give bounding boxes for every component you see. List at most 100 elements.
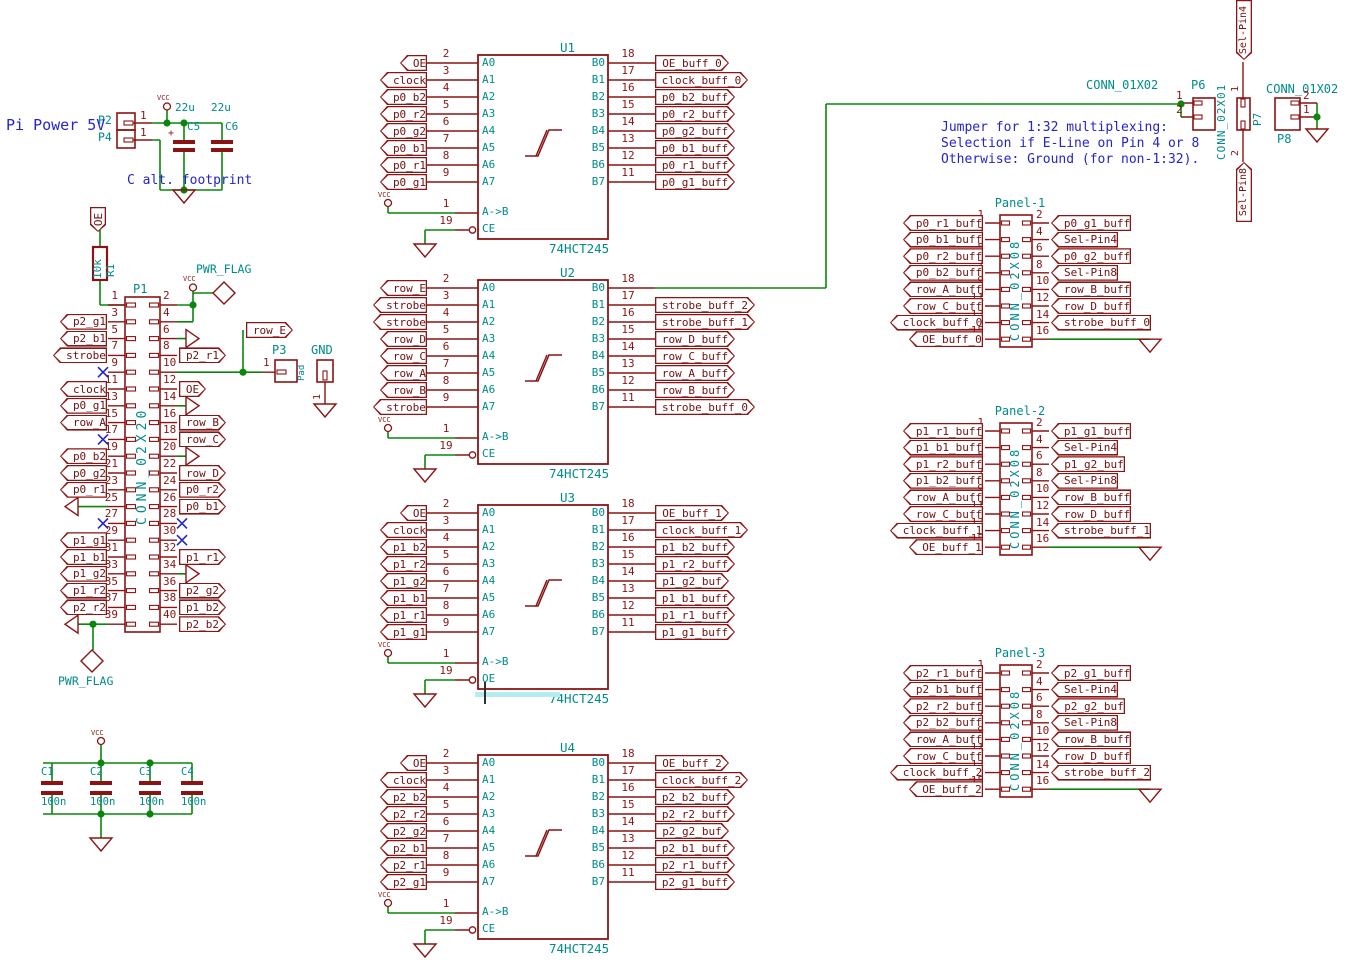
net-label[interactable]: p1_b2_buff <box>655 539 735 555</box>
net-label[interactable]: row_B_buff <box>1051 731 1131 747</box>
net-label[interactable]: p1_b2 <box>380 539 427 555</box>
capacitor-plate[interactable] <box>181 791 203 795</box>
net-label[interactable]: p1_r1_buff <box>655 607 735 623</box>
net-label[interactable]: Sel-Pin8 <box>1051 265 1118 281</box>
net-label[interactable]: p1_r2 <box>380 556 427 572</box>
net-label[interactable]: p0_r1_buff <box>655 157 735 173</box>
net-label[interactable]: clock <box>380 772 427 788</box>
net-label[interactable]: clock <box>380 522 427 538</box>
net-label[interactable]: p1_g1_buff <box>655 624 735 640</box>
net-label[interactable]: p2_r1 <box>380 857 427 873</box>
pwr-flag-symbol[interactable] <box>81 650 103 672</box>
net-label[interactable]: clock_buff_1 <box>655 522 748 538</box>
pwr-flag-symbol[interactable] <box>213 282 235 304</box>
net-label[interactable]: strobe_buff_1 <box>1051 523 1151 539</box>
net-label[interactable]: p1_g2_buf <box>655 573 729 589</box>
net-label[interactable]: OE_buff_2 <box>909 781 983 797</box>
net-label[interactable]: strobe_buff_2 <box>1051 765 1151 781</box>
net-label[interactable]: p2_b2 <box>179 616 226 632</box>
net-label[interactable]: row_C_buff <box>655 348 735 364</box>
gnd-symbol[interactable] <box>90 838 112 851</box>
gnd-symbol[interactable] <box>1306 129 1328 142</box>
vcc-symbol[interactable] <box>385 650 392 657</box>
net-label[interactable]: Sel-Pin4 <box>1051 232 1118 248</box>
net-label[interactable]: p2_g1 <box>380 874 427 890</box>
capacitor-plate[interactable] <box>139 791 161 795</box>
net-label[interactable]: p2_b1 <box>380 840 427 856</box>
net-label[interactable]: p1_g2 <box>380 573 427 589</box>
vcc-symbol[interactable] <box>385 200 392 207</box>
capacitor-plate[interactable] <box>90 791 112 795</box>
net-label[interactable]: row_B_buff <box>1051 281 1131 297</box>
net-label[interactable]: p0_g1_buff <box>655 174 735 190</box>
net-label-vertical[interactable]: Sel-Pin4 <box>1236 0 1252 60</box>
net-label[interactable]: row_B_buff <box>1051 489 1131 505</box>
net-label[interactable]: p0_b1_buff <box>655 140 735 156</box>
net-label[interactable]: row_D <box>380 331 427 347</box>
gnd-symbol[interactable] <box>1139 789 1161 802</box>
net-label[interactable]: strobe_buff_0 <box>1051 315 1151 331</box>
net-label[interactable]: OE_buff_1 <box>655 505 729 521</box>
net-label[interactable]: row_B_buff <box>655 382 735 398</box>
net-label[interactable]: p0_r1 <box>380 157 427 173</box>
net-label[interactable]: row_C <box>380 348 427 364</box>
net-label[interactable]: strobe_buff_1 <box>655 314 755 330</box>
gnd-symbol[interactable] <box>65 615 78 633</box>
gnd-symbol[interactable] <box>1139 339 1161 352</box>
net-label[interactable]: p0_g2_buff <box>1051 248 1131 264</box>
net-label[interactable]: p1_b1 <box>380 590 427 606</box>
net-label[interactable]: strobe_buff_2 <box>655 297 755 313</box>
net-label[interactable]: p2_g2_buf <box>1051 698 1125 714</box>
net-label[interactable]: p2_b2 <box>380 789 427 805</box>
vcc-symbol[interactable] <box>164 103 171 110</box>
net-label[interactable]: Sel-Pin8 <box>1051 473 1118 489</box>
capacitor-plate[interactable] <box>173 140 195 144</box>
net-label[interactable]: OE_buff_1 <box>909 539 983 555</box>
net-label[interactable]: Sel-Pin4 <box>1051 440 1118 456</box>
net-label[interactable]: OE <box>400 505 427 521</box>
net-label[interactable]: p0_b2 <box>380 89 427 105</box>
vcc-symbol[interactable] <box>98 738 105 745</box>
net-label[interactable]: strobe <box>373 399 427 415</box>
net-label[interactable]: row_B <box>380 382 427 398</box>
net-label[interactable]: p2_g1_buff <box>1051 665 1131 681</box>
net-label[interactable]: OE <box>400 755 427 771</box>
component-body[interactable] <box>1275 98 1300 130</box>
capacitor-plate[interactable] <box>41 791 63 795</box>
net-label-vertical[interactable]: OE <box>90 207 106 232</box>
net-label[interactable]: clock <box>380 72 427 88</box>
net-label[interactable]: p0_g2 <box>380 123 427 139</box>
net-label[interactable]: p0_g1 <box>380 174 427 190</box>
net-label-vertical[interactable]: Sel-Pin8 <box>1236 162 1252 222</box>
component-body[interactable] <box>1237 98 1250 130</box>
capacitor-plate[interactable] <box>139 781 161 785</box>
net-label[interactable]: row_E <box>246 322 293 338</box>
gnd-symbol[interactable] <box>314 404 336 417</box>
net-label[interactable]: p2_g2_buf <box>655 823 729 839</box>
capacitor-plate[interactable] <box>181 781 203 785</box>
net-label[interactable]: OE_buff_0 <box>655 55 729 71</box>
net-label[interactable]: row_D_buff <box>655 331 735 347</box>
net-label[interactable]: p1_g1_buff <box>1051 423 1131 439</box>
net-label[interactable]: row_A_buff <box>655 365 735 381</box>
net-label[interactable]: p0_b1 <box>380 140 427 156</box>
component-body[interactable] <box>117 130 135 148</box>
vcc-symbol[interactable] <box>385 900 392 907</box>
net-label[interactable]: p0_r2 <box>380 106 427 122</box>
net-label[interactable]: row_D_buff <box>1051 298 1131 314</box>
net-label[interactable]: strobe_buff_0 <box>655 399 755 415</box>
net-label[interactable]: p1_r2_buff <box>655 556 735 572</box>
net-label[interactable]: row_D_buff <box>1051 506 1131 522</box>
vcc-symbol[interactable] <box>385 425 392 432</box>
net-label[interactable]: p2_g2 <box>380 823 427 839</box>
net-label[interactable]: p0_b2_buff <box>655 89 735 105</box>
net-label[interactable]: row_E <box>380 280 427 296</box>
capacitor-plate[interactable] <box>211 148 233 152</box>
net-label[interactable]: p1_g1 <box>380 624 427 640</box>
net-label[interactable]: clock_buff_0 <box>655 72 748 88</box>
gnd-symbol[interactable] <box>414 469 436 482</box>
capacitor-plate[interactable] <box>90 781 112 785</box>
net-label[interactable]: row_D_buff <box>1051 748 1131 764</box>
net-label[interactable]: Sel-Pin8 <box>1051 715 1118 731</box>
net-label[interactable]: p2_r2_buff <box>655 806 735 822</box>
